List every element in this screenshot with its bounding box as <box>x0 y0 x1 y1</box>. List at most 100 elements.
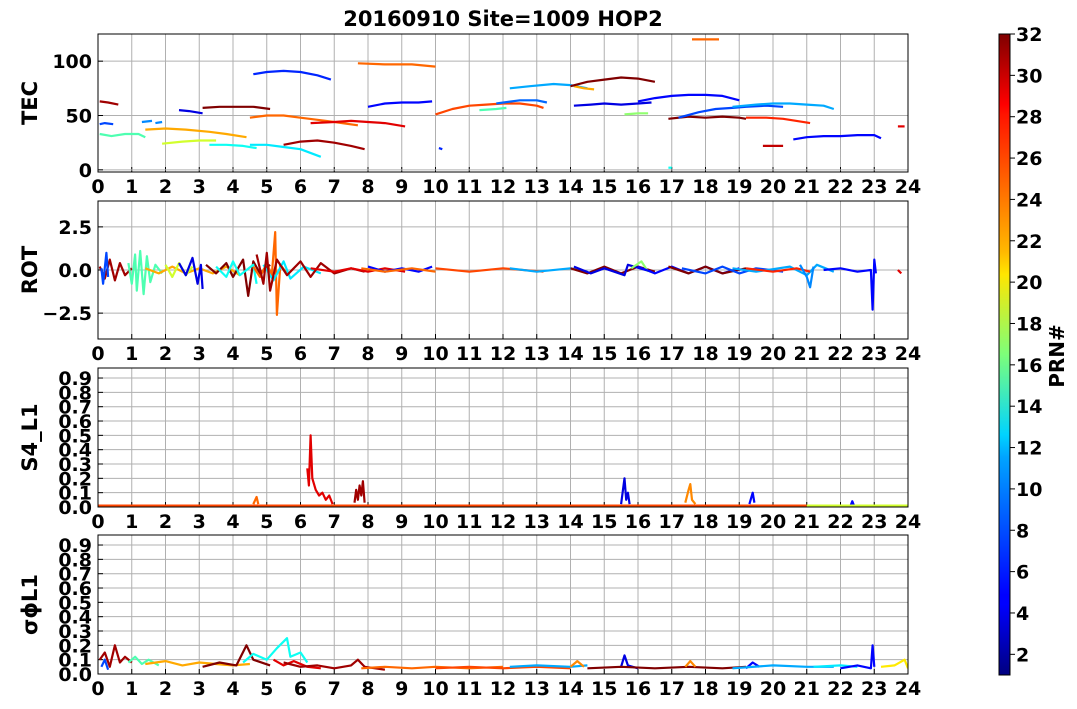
y-axis-label: ROT <box>18 245 42 294</box>
x-tick-label: 15 <box>591 678 617 700</box>
colorbar-label: PRN# <box>1045 324 1069 388</box>
x-tick-label: 5 <box>260 343 273 365</box>
series-line-prn-9 <box>141 119 153 124</box>
x-tick-label: 24 <box>895 678 921 700</box>
colorbar-ticks: 2468101214161820222426283032 <box>1010 24 1042 666</box>
x-tick-label: 20 <box>760 176 786 198</box>
colorbar-tick-label: 4 <box>1016 603 1029 625</box>
x-tick-label: 18 <box>692 678 718 700</box>
x-tick-label: 24 <box>895 343 921 365</box>
x-tick-label: 2 <box>159 176 172 198</box>
x-tick-label: 14 <box>557 678 583 700</box>
x-tick-label: 24 <box>895 511 921 533</box>
x-tick-label: 16 <box>625 176 651 198</box>
x-tick-label: 19 <box>726 176 752 198</box>
series-line-prn-7 <box>99 122 114 126</box>
x-tick-label: 5 <box>260 511 273 533</box>
x-tick-label: 14 <box>557 176 583 198</box>
y-tick-label: 100 <box>52 51 92 73</box>
x-tick-label: 11 <box>456 176 482 198</box>
x-tick-label: 19 <box>726 343 752 365</box>
x-tick-label: 11 <box>456 511 482 533</box>
x-tick-label: 9 <box>395 176 408 198</box>
series-line-prn-9 <box>155 120 163 125</box>
x-tick-label: 3 <box>193 511 206 533</box>
colorbar-tick-label: 6 <box>1016 562 1029 584</box>
series-line-prn-17 <box>624 112 649 116</box>
colorbar: 2468101214161820222426283032 PRN# <box>998 24 1069 676</box>
x-tick-label: 4 <box>226 343 239 365</box>
x-tick-label: 14 <box>557 343 583 365</box>
x-tick-label: 1 <box>125 678 138 700</box>
x-tick-label: 16 <box>625 511 651 533</box>
colorbar-tick-label: 8 <box>1016 520 1029 542</box>
y-tick-label: 0.9 <box>58 535 92 557</box>
colorbar-tick-label: 12 <box>1016 438 1042 460</box>
x-tick-label: 20 <box>760 343 786 365</box>
x-tick-label: 16 <box>625 343 651 365</box>
x-tick-label: 11 <box>456 678 482 700</box>
x-tick-label: 15 <box>591 511 617 533</box>
figure: 20160910 Site=1009 HOP2 0 1 2 3 4 5 6 7 8 9 10 11 12… <box>18 7 1069 700</box>
x-tick-label: 9 <box>395 511 408 533</box>
x-tick-label: 20 <box>760 511 786 533</box>
x-tick-label: 8 <box>361 176 374 198</box>
x-tick-label: 6 <box>294 511 307 533</box>
colorbar-tick-label: 32 <box>1016 24 1042 46</box>
x-tick-label: 10 <box>422 343 448 365</box>
panel-rot: 0 1 2 3 4 5 6 7 8 9 10 11 12 13 14 15 16 17 18 19 20 21 22 23 24… <box>18 200 921 365</box>
panel-s4: 0 1 2 3 4 5 6 7 8 9 10 11 12 13 14 15 16 17 18 19 20 21 22 23 24… <box>18 367 921 533</box>
x-tick-label: 11 <box>456 343 482 365</box>
x-tick-label: 18 <box>692 511 718 533</box>
x-tick-label: 2 <box>159 511 172 533</box>
x-tick-label: 7 <box>328 678 341 700</box>
x-tick-label: 3 <box>193 678 206 700</box>
x-tick-label: 7 <box>328 176 341 198</box>
x-tick-label: 22 <box>827 511 853 533</box>
colorbar-tick-label: 26 <box>1016 148 1042 170</box>
x-tick-label: 10 <box>422 678 448 700</box>
x-tick-label: 23 <box>861 343 887 365</box>
y-axis-label: σϕL1 <box>18 574 42 635</box>
x-tick-label: 21 <box>794 511 820 533</box>
panel-sigma-phi: 0 1 2 3 4 5 6 7 8 9 10 11 12 13 14 15 16 17 18 19 20 21 22 23 24… <box>18 534 921 700</box>
x-tick-label: 15 <box>591 343 617 365</box>
x-tick-label: 21 <box>794 678 820 700</box>
colorbar-tick-label: 16 <box>1016 355 1042 377</box>
x-tick-label: 5 <box>260 678 273 700</box>
colorbar-tick-label: 18 <box>1016 313 1042 335</box>
x-tick-label: 8 <box>361 343 374 365</box>
x-tick-label: 16 <box>625 678 651 700</box>
x-tick-label: 21 <box>794 176 820 198</box>
x-tick-label: 12 <box>490 343 516 365</box>
x-tick-label: 9 <box>395 343 408 365</box>
x-tick-label: 22 <box>827 176 853 198</box>
x-tick-label: 13 <box>524 678 550 700</box>
x-tick-label: 2 <box>159 678 172 700</box>
colorbar-tick-label: 14 <box>1016 396 1042 418</box>
y-tick-label: 50 <box>66 105 92 127</box>
x-tick-label: 1 <box>125 511 138 533</box>
x-tick-label: 13 <box>524 176 550 198</box>
x-tick-label: 14 <box>557 511 583 533</box>
x-tick-label: 6 <box>294 343 307 365</box>
x-tick-label: 23 <box>861 678 887 700</box>
x-tick-label: 17 <box>659 343 685 365</box>
x-tick-label: 22 <box>827 343 853 365</box>
series-line-prn-6 <box>438 147 443 151</box>
x-tick-label: 6 <box>294 678 307 700</box>
x-tick-label: 9 <box>395 678 408 700</box>
x-tick-label: 0 <box>91 678 104 700</box>
x-tick-label: 23 <box>861 176 887 198</box>
colorbar-tick-label: 2 <box>1016 644 1029 666</box>
y-axis-label: TEC <box>18 81 42 125</box>
x-tick-label: 8 <box>361 678 374 700</box>
x-tick-label: 17 <box>659 678 685 700</box>
x-tick-label: 0 <box>91 511 104 533</box>
x-tick-label: 13 <box>524 511 550 533</box>
x-tick-label: 3 <box>193 343 206 365</box>
y-tick-label: 0 <box>79 160 92 182</box>
x-tick-label: 4 <box>226 176 239 198</box>
x-tick-label: 0 <box>91 176 104 198</box>
x-tick-label: 3 <box>193 176 206 198</box>
